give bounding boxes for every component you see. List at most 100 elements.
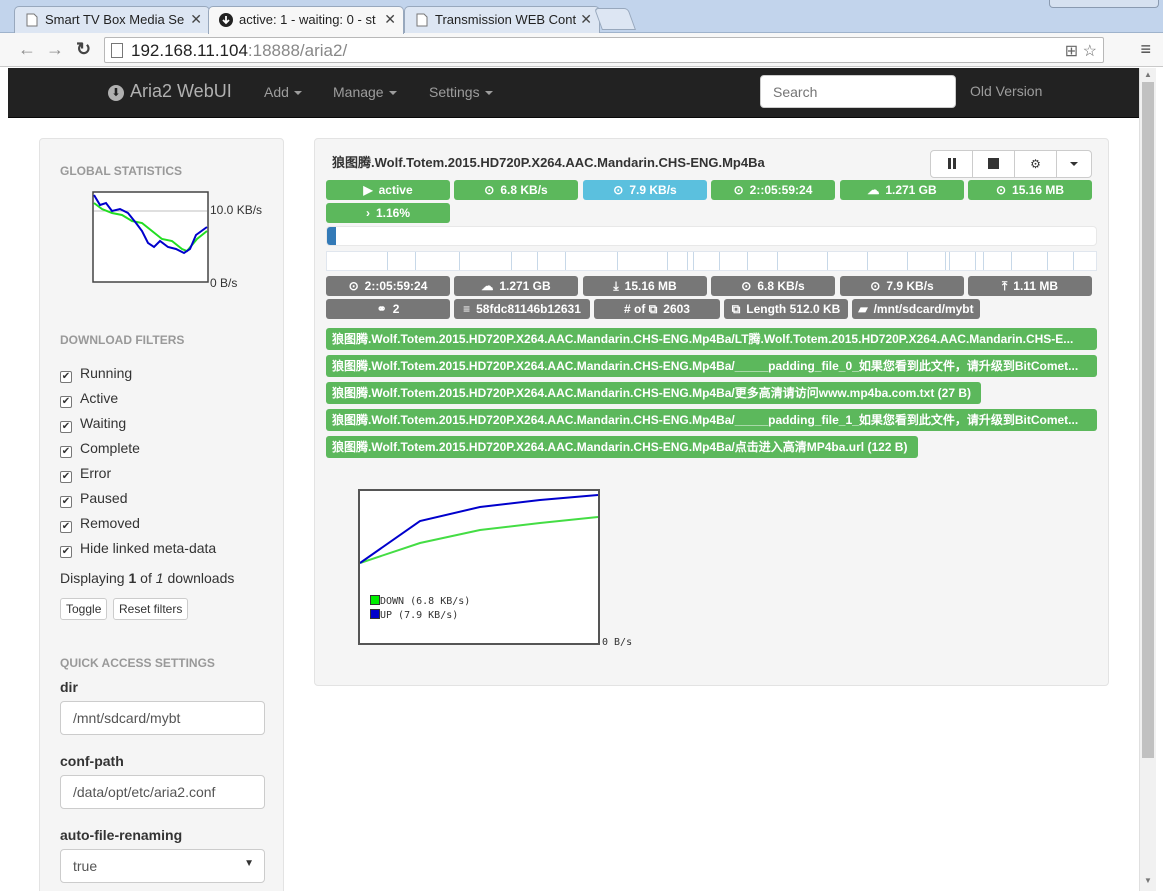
file-item[interactable]: 狼图腾.Wolf.Totem.2015.HD720P.X264.AAC.Mand… xyxy=(326,409,1097,431)
scrollbar-thumb[interactable] xyxy=(1142,82,1154,758)
filter-waiting[interactable]: ✔ Waiting xyxy=(60,415,126,433)
stop-icon xyxy=(988,158,999,169)
toggle-button[interactable]: Toggle xyxy=(60,598,108,620)
setting-label-conf-path: conf-path xyxy=(60,753,124,769)
puzzle-icon: ⧉ xyxy=(648,302,658,316)
browser-tab-2[interactable]: active: 1 - waiting: 0 - st ✕ xyxy=(208,6,404,34)
more-button[interactable] xyxy=(1057,151,1091,177)
scroll-up-icon[interactable]: ▲ xyxy=(1144,70,1152,79)
downloaded-label: ⊙ 15.16 MB xyxy=(968,180,1092,200)
setting-label-dir: dir xyxy=(60,679,78,695)
down-speed-label: ⊙ 6.8 KB/s xyxy=(454,180,578,200)
pause-icon xyxy=(947,158,951,169)
filter-running[interactable]: ✔ Running xyxy=(60,365,132,383)
eta-label: ⊙ 2::05:59:24 xyxy=(711,180,835,200)
reset-filters-button[interactable]: Reset filters xyxy=(113,598,189,620)
translate-star-icons[interactable]: ⊞ ☆ xyxy=(1065,41,1097,61)
detail-piece-length: ⧉ Length 512.0 KB xyxy=(724,299,848,319)
file-item[interactable]: 狼图腾.Wolf.Totem.2015.HD720P.X264.AAC.Mand… xyxy=(326,328,1097,350)
checkbox-checked-icon[interactable]: ✔ xyxy=(60,396,72,408)
file-item[interactable]: 狼图腾.Wolf.Totem.2015.HD720P.X264.AAC.Mand… xyxy=(326,436,918,458)
puzzle-icon: ⧉ xyxy=(731,302,741,316)
checkbox-checked-icon[interactable]: ✔ xyxy=(60,546,72,558)
up-swatch xyxy=(370,609,380,619)
page-icon xyxy=(26,13,38,27)
detail-up-speed: ⊙ 7.9 KB/s xyxy=(840,276,964,296)
page-scrollbar[interactable]: ▲ ▼ xyxy=(1139,68,1156,891)
page-icon xyxy=(111,43,123,58)
legend-down: DOWN (6.8 KB/s) xyxy=(370,595,470,609)
filter-hide-metadata[interactable]: ✔ Hide linked meta-data xyxy=(60,540,216,558)
file-item[interactable]: 狼图腾.Wolf.Totem.2015.HD720P.X264.AAC.Mand… xyxy=(326,355,1097,377)
progress-bar xyxy=(326,226,1097,246)
auto-file-renaming-select[interactable]: true ▼ xyxy=(60,849,265,883)
checkbox-checked-icon[interactable]: ✔ xyxy=(60,446,72,458)
caret-down-icon xyxy=(388,91,397,95)
navbar: ⬇Aria2 WebUI Add Manage Settings Old Ver… xyxy=(8,68,1139,118)
quick-settings-heading: Quick Access Settings xyxy=(60,656,215,670)
filter-complete[interactable]: ✔ Complete xyxy=(60,440,140,458)
pieces-map xyxy=(326,251,1097,271)
menu-icon[interactable]: ≡ xyxy=(1140,39,1151,60)
checkbox-checked-icon[interactable]: ✔ xyxy=(60,521,72,533)
reload-icon[interactable]: ↻ xyxy=(76,39,91,60)
stop-button[interactable] xyxy=(973,151,1015,177)
filter-paused[interactable]: ✔ Paused xyxy=(60,490,127,508)
file-item[interactable]: 狼图腾.Wolf.Totem.2015.HD720P.X264.AAC.Mand… xyxy=(326,382,981,404)
browser-tab-1[interactable]: Smart TV Box Media Se ✕ xyxy=(14,6,210,33)
download-circle-icon: ⊙ xyxy=(995,183,1007,197)
filter-error[interactable]: ✔ Error xyxy=(60,465,111,483)
new-tab-button[interactable] xyxy=(593,8,637,30)
conf-path-input[interactable]: /data/opt/etc/aria2.conf xyxy=(60,775,265,809)
filter-active[interactable]: ✔ Active xyxy=(60,390,118,408)
search-input[interactable] xyxy=(760,75,956,108)
status-label: ▶ active xyxy=(326,180,450,200)
up-speed-label: ⊙ 7.9 KB/s xyxy=(583,180,707,200)
download-speed-graph: DOWN (6.8 KB/s) UP (7.9 KB/s) xyxy=(358,489,600,645)
window-controls[interactable] xyxy=(1049,0,1159,8)
upload-icon: ⤒ xyxy=(1001,279,1008,293)
close-icon[interactable]: ✕ xyxy=(190,11,202,28)
old-version-link[interactable]: Old Version xyxy=(970,83,1042,99)
global-stats-heading: Global Statistics xyxy=(60,164,182,178)
setting-label-auto-file-renaming: auto-file-renaming xyxy=(60,827,183,843)
gear-icon: ⚙ xyxy=(1030,157,1041,171)
caret-down-icon xyxy=(293,91,302,95)
dir-input[interactable]: /mnt/sdcard/mybt xyxy=(60,701,265,735)
size-label: ☁ 1.271 GB xyxy=(840,180,964,200)
close-icon[interactable]: ✕ xyxy=(384,11,396,28)
down-speed-line xyxy=(360,516,598,564)
close-icon[interactable]: ✕ xyxy=(580,11,592,28)
browser-toolbar: ← → ↻ 192.168.11.104:18888/aria2/ ⊞ ☆ ≡ xyxy=(0,33,1163,67)
brand[interactable]: ⬇ Aria2 WebUI xyxy=(108,81,232,102)
filter-removed[interactable]: ✔ Removed xyxy=(60,515,140,533)
tab-title: active: 1 - waiting: 0 - st xyxy=(239,12,376,27)
graph-axis-min: 0 B/s xyxy=(602,637,633,648)
detail-down-speed: ⊙ 6.8 KB/s xyxy=(711,276,835,296)
back-icon[interactable]: ← xyxy=(18,39,36,60)
up-speed-line xyxy=(360,494,598,564)
list-icon: ≡ xyxy=(463,302,471,316)
menu-manage[interactable]: Manage xyxy=(333,84,397,100)
tab-title: Smart TV Box Media Se xyxy=(45,12,185,27)
address-bar[interactable]: 192.168.11.104:18888/aria2/ ⊞ ☆ xyxy=(104,37,1104,63)
settings-button[interactable]: ⚙ xyxy=(1015,151,1057,177)
checkbox-checked-icon[interactable]: ✔ xyxy=(60,371,72,383)
menu-add[interactable]: Add xyxy=(264,84,302,100)
checkbox-checked-icon[interactable]: ✔ xyxy=(60,421,72,433)
pause-button[interactable] xyxy=(931,151,973,177)
checkbox-checked-icon[interactable]: ✔ xyxy=(60,471,72,483)
detail-dir: ▰/mnt/sdcard/mybt xyxy=(852,299,980,319)
page-icon xyxy=(416,13,428,27)
scroll-down-icon[interactable]: ▼ xyxy=(1144,876,1152,885)
menu-settings[interactable]: Settings xyxy=(429,84,493,100)
forward-icon[interactable]: → xyxy=(46,39,64,60)
graph-min-label: 0 B/s xyxy=(210,276,238,290)
folder-open-icon: ▰ xyxy=(858,302,868,316)
cloud-download-icon: ☁ xyxy=(867,183,880,197)
chevron-down-icon: ▼ xyxy=(244,858,254,869)
browser-tab-3[interactable]: Transmission WEB Cont ✕ xyxy=(404,6,600,33)
progress-fill xyxy=(327,227,336,245)
checkbox-checked-icon[interactable]: ✔ xyxy=(60,496,72,508)
caret-down-icon xyxy=(484,91,493,95)
